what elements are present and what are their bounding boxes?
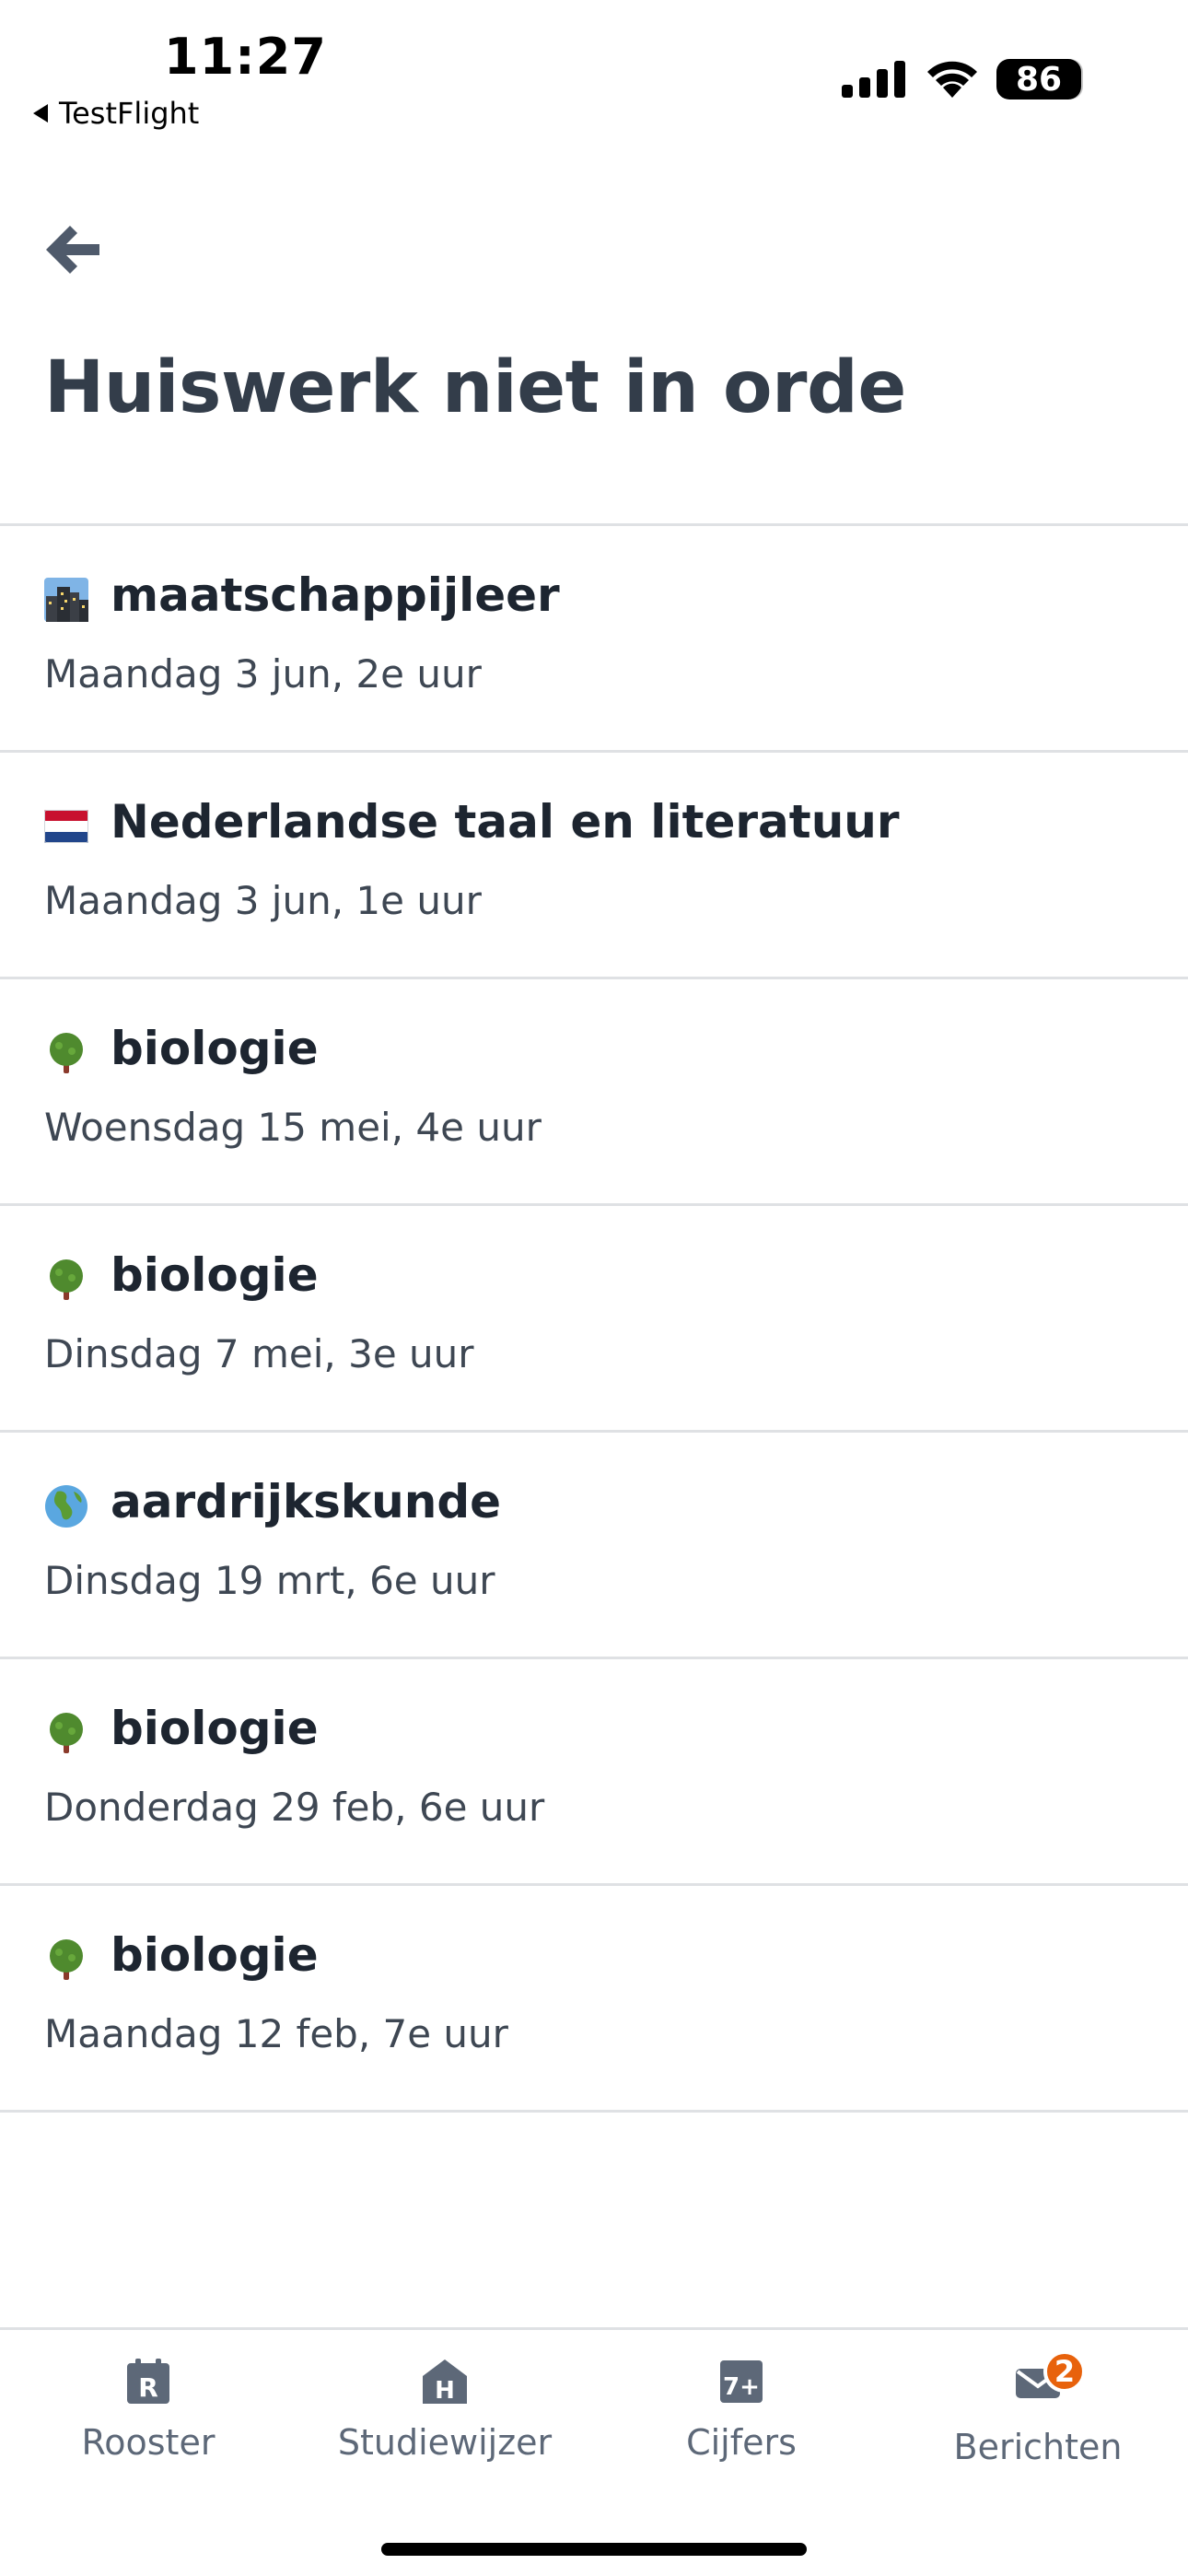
homework-list: maatschappijleer Maandag 3 jun, 2e uur N… [0,526,1188,2113]
tab-cijfers[interactable]: 7+ Cijfers [593,2358,890,2463]
status-bar: 11:27 TestFlight 86 [0,0,1188,138]
calendar-r-icon: R [127,2359,169,2404]
tab-studiewijzer[interactable]: H Studiewijzer [297,2358,593,2463]
lesson-date: Dinsdag 19 mrt, 6e uur [44,1558,495,1603]
subject-title: aardrijkskunde [111,1475,502,1528]
grade-7plus-icon: 7+ [720,2360,763,2403]
lesson-date: Dinsdag 7 mei, 3e uur [44,1331,474,1376]
unread-badge: 2 [1043,2350,1086,2393]
globe-icon [45,1485,87,1528]
back-app-label: TestFlight [59,96,200,131]
list-item[interactable]: maatschappijleer Maandag 3 jun, 2e uur [0,526,1188,753]
tab-label: Berichten [953,2427,1123,2467]
tab-berichten[interactable]: 2 Berichten [890,2350,1186,2467]
tab-icon-glyph: H [435,2377,455,2405]
lesson-date: Donderdag 29 feb, 6e uur [44,1785,545,1830]
tab-bar: R Rooster H Studiewijzer 7+ Cijfers 2 Be… [0,2327,1188,2576]
subject-title: maatschappijleer [111,568,560,622]
home-indicator[interactable] [381,2543,807,2556]
list-item[interactable]: biologie Dinsdag 7 mei, 3e uur [0,1206,1188,1433]
tab-label: Cijfers [686,2422,797,2463]
tab-icon-glyph: 7+ [723,2373,760,2401]
back-triangle-icon [33,104,48,123]
status-time: 11:27 [164,28,327,86]
tree-icon [50,1259,83,1300]
tree-icon [50,1939,83,1980]
flag-netherlands-icon [44,810,88,843]
tab-label: Rooster [81,2422,215,2463]
tab-label: Studiewijzer [337,2422,553,2463]
tree-icon [50,1033,83,1073]
list-item[interactable]: biologie Maandag 12 feb, 7e uur [0,1886,1188,2113]
tab-icon-glyph: R [138,2372,158,2403]
cityscape-icon [44,578,88,622]
lesson-date: Woensdag 15 mei, 4e uur [44,1105,542,1150]
list-item[interactable]: biologie Donderdag 29 feb, 6e uur [0,1659,1188,1886]
tab-rooster[interactable]: R Rooster [0,2358,297,2463]
house-h-icon: H [423,2359,467,2405]
subject-title: biologie [111,1248,319,1302]
lesson-date: Maandag 3 jun, 2e uur [44,651,482,697]
list-item[interactable]: aardrijkskunde Dinsdag 19 mrt, 6e uur [0,1433,1188,1659]
subject-title: biologie [111,1928,319,1982]
list-item[interactable]: Nederlandse taal en literatuur Maandag 3… [0,753,1188,979]
back-to-app-link[interactable]: TestFlight [33,96,199,131]
subject-title: biologie [111,1702,319,1755]
page-title: Huiswerk niet in orde [44,346,906,429]
cellular-signal-icon [842,61,905,98]
list-item[interactable]: biologie Woensdag 15 mei, 4e uur [0,979,1188,1206]
lesson-date: Maandag 12 feb, 7e uur [44,2011,508,2056]
subject-title: Nederlandse taal en literatuur [111,795,900,849]
battery-level: 86 [996,59,1081,100]
subject-title: biologie [111,1022,319,1075]
wifi-icon [927,61,977,98]
arrow-left-icon[interactable] [41,217,105,282]
tree-icon [50,1713,83,1753]
lesson-date: Maandag 3 jun, 1e uur [44,878,482,923]
